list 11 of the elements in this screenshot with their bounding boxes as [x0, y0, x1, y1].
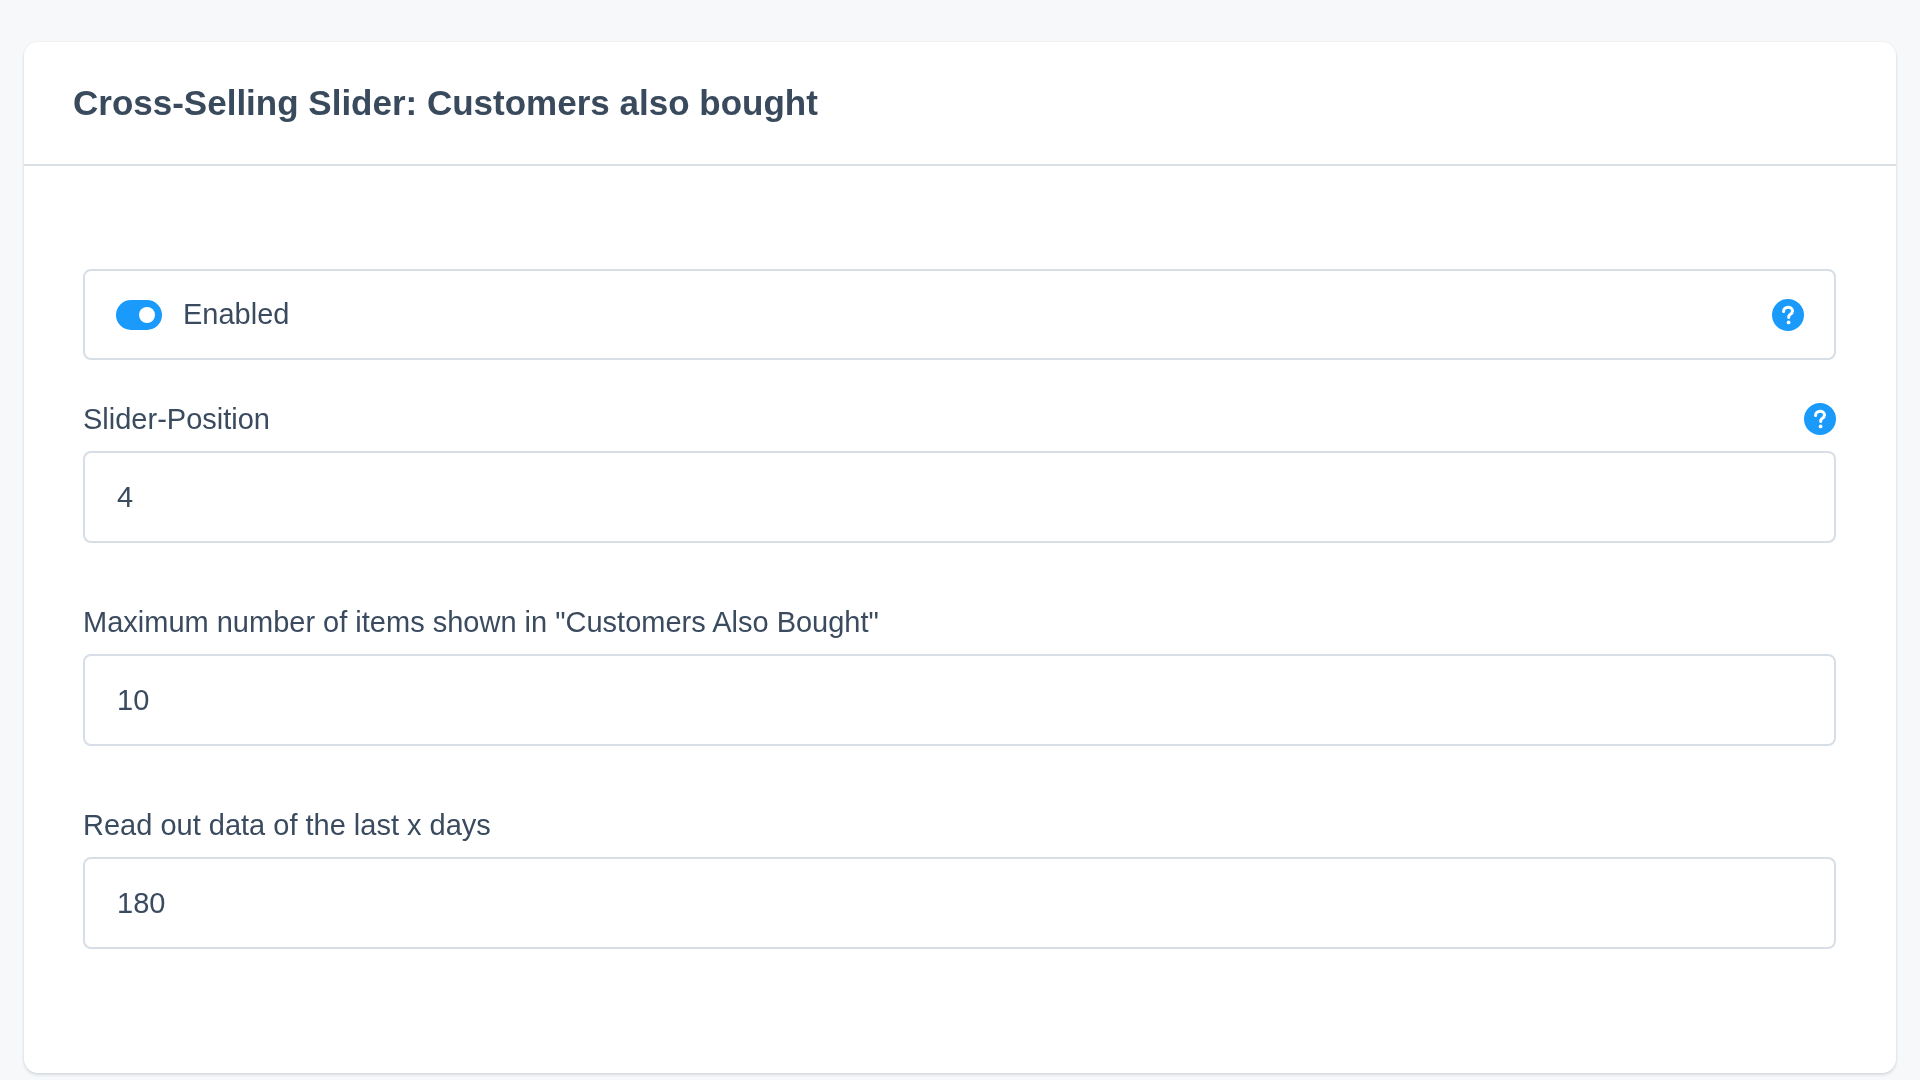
help-icon[interactable]: [1804, 403, 1836, 435]
help-icon[interactable]: [1772, 298, 1804, 331]
input-field[interactable]: 10: [83, 654, 1836, 746]
field-label: Read out data of the last x days: [83, 808, 491, 842]
field-label: Maximum number of items shown in "Customers Also Bought": [83, 605, 879, 639]
toggle-switch[interactable]: [116, 299, 162, 330]
field-label: Slider-Position: [83, 402, 270, 436]
card-title: Cross-Selling Slider: Customers also bought: [73, 83, 818, 123]
toggle-label: Enabled: [183, 298, 290, 331]
input-field[interactable]: 4: [83, 451, 1836, 543]
input-field[interactable]: 180: [83, 857, 1836, 949]
